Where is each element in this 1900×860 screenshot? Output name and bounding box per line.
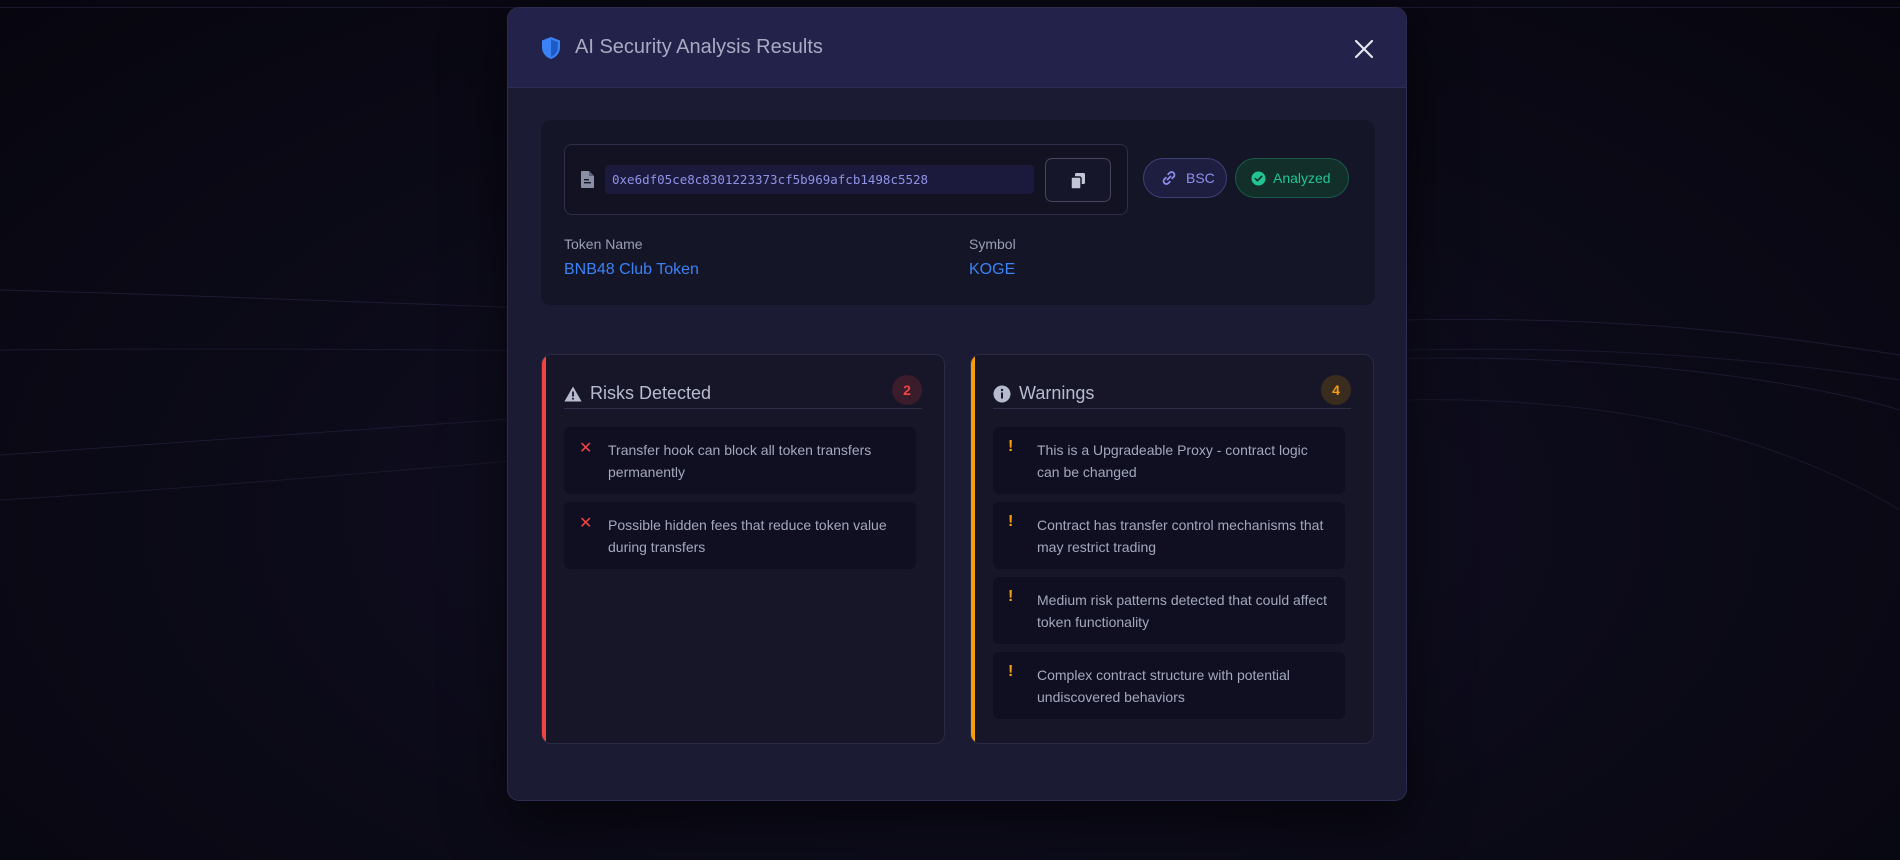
warnings-count-badge: 4: [1321, 375, 1351, 405]
risk-item-text: Possible hidden fees that reduce token v…: [608, 517, 887, 555]
risks-count-badge: 2: [892, 375, 922, 405]
contract-address-box: 0xe6df05ce8c8301223373cf5b969afcb1498c55…: [564, 144, 1128, 215]
risks-accent-bar: [542, 355, 546, 743]
shield-check-icon: [542, 36, 560, 59]
warning-item-text: This is a Upgradeable Proxy - contract l…: [1037, 442, 1308, 480]
warning-item-text: Contract has transfer control mechanisms…: [1037, 517, 1324, 555]
info-circle-icon: [993, 385, 1011, 402]
warnings-title: Warnings: [1019, 383, 1095, 403]
modal-title: AI Security Analysis Results: [575, 36, 823, 58]
token-name-value: BNB48 Club Token: [564, 261, 699, 278]
warning-item: ! This is a Upgradeable Proxy - contract…: [993, 427, 1345, 494]
copy-address-button[interactable]: [1045, 158, 1111, 202]
risk-item-text: Transfer hook can block all token transf…: [608, 442, 872, 480]
check-circle-icon: [1251, 171, 1266, 185]
warnings-accent-bar: [971, 355, 975, 743]
symbol-label: Symbol: [969, 236, 1016, 252]
contract-address-field[interactable]: 0xe6df05ce8c8301223373cf5b969afcb1498c55…: [605, 165, 1034, 194]
warning-item-text: Medium risk patterns detected that could…: [1037, 592, 1328, 630]
token-info-card: 0xe6df05ce8c8301223373cf5b969afcb1498c55…: [541, 120, 1375, 305]
warnings-panel: Warnings 4 ! This is a Upgradeable Proxy…: [970, 354, 1374, 744]
warning-item: ! Complex contract structure with potent…: [993, 652, 1345, 719]
chain-label: BSC: [1186, 170, 1215, 186]
risks-title: Risks Detected: [590, 383, 712, 403]
x-mark-icon: ✕: [579, 515, 593, 532]
status-label: Analyzed: [1273, 170, 1331, 186]
token-name-label: Token Name: [564, 236, 643, 252]
copy-icon: [1071, 173, 1085, 189]
symbol-value: KOGE: [969, 261, 1016, 278]
analysis-modal: AI Security Analysis Results 0xe6df05ce8…: [507, 7, 1407, 801]
risk-item: ✕ Possible hidden fees that reduce token…: [564, 502, 916, 569]
chain-badge: BSC: [1143, 158, 1227, 198]
warnings-header: Warnings 4: [993, 375, 1351, 409]
modal-header: AI Security Analysis Results: [508, 8, 1406, 88]
risks-header: Risks Detected 2: [564, 375, 922, 409]
exclamation-icon: !: [1008, 513, 1014, 530]
exclamation-icon: !: [1008, 663, 1014, 680]
contract-file-icon: [581, 171, 594, 188]
warning-item: ! Contract has transfer control mechanis…: [993, 502, 1345, 569]
warning-item: ! Medium risk patterns detected that cou…: [993, 577, 1345, 644]
exclamation-icon: !: [1008, 438, 1014, 455]
risks-panel: Risks Detected 2 ✕ Transfer hook can blo…: [541, 354, 945, 744]
x-mark-icon: ✕: [579, 440, 593, 457]
link-icon: [1162, 171, 1176, 185]
status-badge: Analyzed: [1235, 158, 1349, 198]
close-icon[interactable]: [1352, 37, 1376, 61]
warning-triangle-icon: [564, 386, 582, 401]
warning-item-text: Complex contract structure with potentia…: [1037, 667, 1290, 705]
exclamation-icon: !: [1008, 588, 1014, 605]
risk-item: ✕ Transfer hook can block all token tran…: [564, 427, 916, 494]
